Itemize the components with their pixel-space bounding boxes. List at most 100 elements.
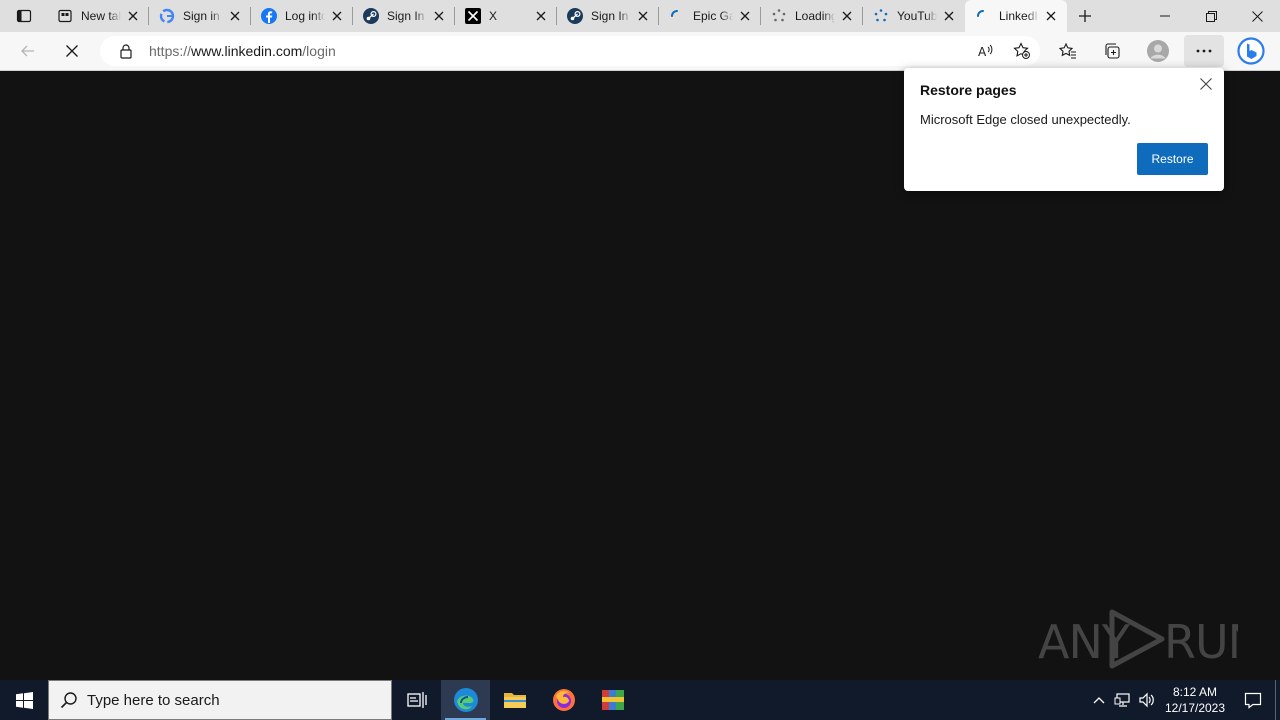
close-icon[interactable] bbox=[227, 8, 243, 24]
tab-google-sign-in[interactable]: Sign in bbox=[149, 0, 251, 32]
volume-icon[interactable] bbox=[1135, 680, 1159, 720]
close-icon[interactable] bbox=[839, 8, 855, 24]
tab-loading[interactable]: Loading bbox=[761, 0, 863, 32]
tab-title: LinkedIn bbox=[999, 9, 1039, 23]
star-add-icon bbox=[1013, 42, 1030, 59]
tab-title: Sign in bbox=[183, 9, 220, 23]
collections-button[interactable] bbox=[1094, 35, 1130, 67]
close-icon[interactable] bbox=[533, 8, 549, 24]
steam-icon bbox=[363, 8, 379, 24]
tab-title: X bbox=[489, 9, 498, 23]
restore-pages-dialog: Restore pages Microsoft Edge closed unex… bbox=[904, 68, 1224, 191]
add-favorite-button[interactable] bbox=[1004, 37, 1040, 65]
settings-more-button[interactable] bbox=[1184, 35, 1224, 67]
tab-linkedin-active[interactable]: LinkedIn bbox=[965, 0, 1067, 32]
close-icon[interactable] bbox=[941, 8, 957, 24]
task-view-icon bbox=[406, 692, 427, 708]
tab-strip: New tab Sign in Log into Facebook Sign I… bbox=[0, 0, 1280, 32]
loading-dots-icon bbox=[873, 8, 889, 24]
chevron-up-icon bbox=[1093, 697, 1105, 704]
tab-title: Sign In bbox=[591, 9, 629, 23]
taskbar-edge[interactable] bbox=[441, 680, 490, 720]
window-controls bbox=[1142, 0, 1280, 32]
network-icon[interactable] bbox=[1111, 680, 1135, 720]
firefox-icon bbox=[552, 689, 575, 711]
more-horizontal-icon bbox=[1196, 49, 1212, 53]
taskbar-winrar[interactable] bbox=[588, 680, 637, 720]
watermark-text-right: RUN bbox=[1164, 615, 1238, 669]
restore-window-icon bbox=[1205, 10, 1217, 22]
dialog-close-button[interactable] bbox=[1196, 74, 1216, 94]
close-icon bbox=[66, 45, 78, 57]
tab-title: Sign In bbox=[387, 9, 425, 23]
tab-new-tab[interactable]: New tab bbox=[47, 0, 149, 32]
system-tray: 8:12 AM 12/17/2023 bbox=[1087, 680, 1280, 720]
close-icon[interactable] bbox=[125, 8, 141, 24]
close-icon[interactable] bbox=[431, 8, 447, 24]
close-window-button[interactable] bbox=[1234, 0, 1280, 32]
tab-title: YouTube bbox=[897, 9, 937, 23]
facebook-icon bbox=[261, 8, 277, 24]
clock-date: 12/17/2023 bbox=[1164, 701, 1226, 715]
bing-chat-button[interactable] bbox=[1233, 35, 1269, 67]
restore-window-button[interactable] bbox=[1188, 0, 1234, 32]
favorites-button[interactable] bbox=[1050, 35, 1086, 67]
tab-steam-sign-in-2[interactable]: Sign In bbox=[557, 0, 659, 32]
tab-facebook[interactable]: Log into Facebook bbox=[251, 0, 353, 32]
tab-x[interactable]: X bbox=[455, 0, 557, 32]
restore-button[interactable]: Restore bbox=[1137, 143, 1208, 175]
browser-toolbar: https://www.linkedin.com/login A bbox=[0, 32, 1280, 71]
close-icon[interactable] bbox=[737, 8, 753, 24]
stop-loading-button[interactable] bbox=[54, 35, 90, 67]
start-button[interactable] bbox=[0, 680, 48, 720]
tab-title: Log into Facebook bbox=[285, 9, 325, 23]
address-bar-actions: A bbox=[968, 37, 1040, 65]
loading-spinner-icon bbox=[669, 8, 685, 24]
clock[interactable]: 8:12 AM 12/17/2023 bbox=[1159, 684, 1231, 716]
favorites-icon bbox=[1059, 42, 1076, 59]
close-icon bbox=[1200, 78, 1212, 90]
windows-icon bbox=[15, 691, 33, 709]
lock-icon[interactable] bbox=[116, 43, 136, 59]
tab-youtube[interactable]: YouTube bbox=[863, 0, 965, 32]
profile-button[interactable] bbox=[1140, 35, 1176, 67]
search-icon bbox=[49, 691, 89, 709]
notification-icon bbox=[1244, 692, 1262, 709]
plus-icon bbox=[1079, 10, 1091, 22]
dialog-title: Restore pages bbox=[920, 82, 1017, 98]
svg-text:A: A bbox=[978, 45, 987, 59]
task-view-button[interactable] bbox=[392, 680, 441, 720]
taskbar-file-explorer[interactable] bbox=[490, 680, 539, 720]
taskbar-search-box[interactable]: Type here to search bbox=[48, 680, 392, 720]
url-text[interactable]: https://www.linkedin.com/login bbox=[149, 43, 336, 59]
google-icon bbox=[159, 8, 175, 24]
address-bar[interactable]: https://www.linkedin.com/login A bbox=[100, 36, 1040, 66]
new-tab-button[interactable] bbox=[1067, 0, 1103, 32]
clock-time: 8:12 AM bbox=[1172, 685, 1218, 699]
edge-icon bbox=[453, 688, 478, 712]
url-host: www.linkedin.com bbox=[191, 43, 303, 59]
close-icon[interactable] bbox=[635, 8, 651, 24]
read-aloud-button[interactable]: A bbox=[968, 37, 1004, 65]
close-icon[interactable] bbox=[1043, 8, 1059, 24]
show-hidden-icons-button[interactable] bbox=[1087, 680, 1111, 720]
tab-title: New tab bbox=[81, 9, 121, 23]
tab-steam-sign-in[interactable]: Sign In bbox=[353, 0, 455, 32]
close-icon bbox=[1251, 10, 1263, 22]
back-button[interactable] bbox=[10, 35, 46, 67]
search-placeholder: Type here to search bbox=[87, 691, 220, 709]
tab-title: Loading bbox=[795, 9, 835, 23]
steam-icon bbox=[567, 8, 583, 24]
tab-actions-icon bbox=[16, 9, 31, 23]
taskbar-firefox[interactable] bbox=[539, 680, 588, 720]
winrar-icon bbox=[601, 690, 624, 710]
action-center-button[interactable] bbox=[1231, 680, 1275, 720]
close-icon[interactable] bbox=[329, 8, 345, 24]
new-tab-icon bbox=[57, 8, 73, 24]
show-desktop-button[interactable] bbox=[1275, 680, 1280, 720]
read-aloud-icon: A bbox=[978, 44, 993, 59]
minimize-button[interactable] bbox=[1142, 0, 1188, 32]
tab-actions-button[interactable] bbox=[0, 0, 47, 32]
tab-epic-games[interactable]: Epic Games bbox=[659, 0, 761, 32]
arrow-left-icon bbox=[21, 45, 34, 57]
